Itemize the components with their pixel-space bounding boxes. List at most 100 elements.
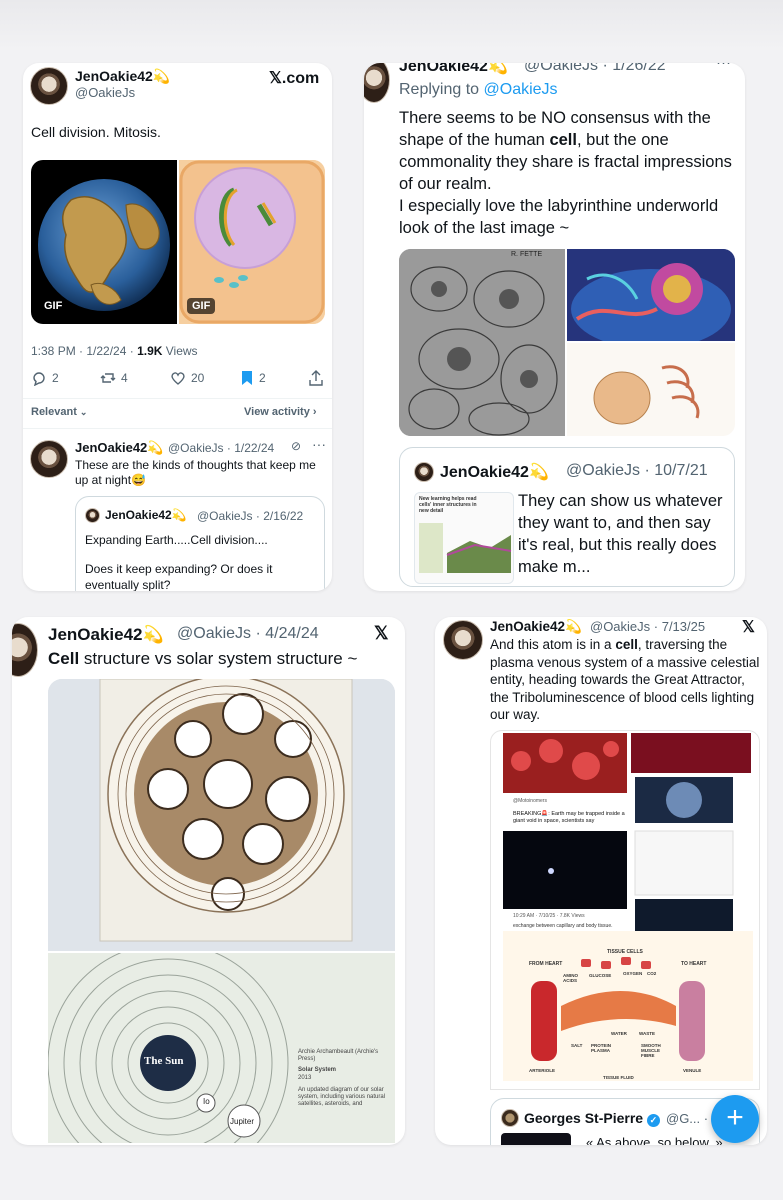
label-from-heart: FROM HEART <box>529 961 563 967</box>
quote-thumbnail: New learning helps read cells' inner str… <box>414 492 514 584</box>
gif-globe[interactable]: GIF <box>31 160 177 324</box>
author-name[interactable]: JenOakie42💫 <box>399 63 508 76</box>
label-amino-acids: AMINO ACIDS <box>563 973 578 983</box>
comet-emoji-icon: 💫 <box>152 68 171 84</box>
thumbnail-graph <box>419 523 512 573</box>
bookmark-button[interactable]: 2 <box>240 370 266 386</box>
caption-description: An updated diagram of our solar system, … <box>298 1087 386 1107</box>
media-solar-system-diagram[interactable]: The Sun Io Jupiter Archie Archambeault (… <box>48 953 395 1143</box>
diagram-title: exchange between capillary and body tiss… <box>513 923 613 929</box>
gif-badge: GIF <box>39 298 68 314</box>
verified-badge-icon: ✓ <box>646 1114 660 1127</box>
quote-meta: @OakieJs · 10/7/21 <box>566 462 708 479</box>
quoted-tweet[interactable]: JenOakie42💫 @OakieJs · 10/7/21 New learn… <box>399 447 735 587</box>
inner-handle: @Motoinomers <box>513 798 547 804</box>
quote-text: They can show us whatever they want to, … <box>518 492 723 576</box>
label-tissue-fluid: TISSUE FLUID <box>603 1075 634 1080</box>
caption-artist: Archie Archambeault (Archie's Press) <box>298 1049 379 1062</box>
x-logo-icon[interactable]: 𝕏 <box>742 617 755 637</box>
compose-plus-button[interactable]: + <box>711 1095 759 1143</box>
cell-3d-image <box>567 249 735 341</box>
chevron-right-icon: › <box>312 406 317 418</box>
comet-emoji-icon: 💫 <box>487 63 508 75</box>
quote-text-line2: Does it keep expanding? Or does it event… <box>85 562 273 591</box>
reply-icon <box>33 372 45 386</box>
caption-year: 2013 <box>298 1075 312 1081</box>
repost-icon <box>100 373 116 383</box>
reply-avatar[interactable] <box>30 440 68 478</box>
like-button[interactable]: 20 <box>170 370 204 386</box>
avatar[interactable] <box>12 623 38 677</box>
share-icon <box>309 370 323 386</box>
quoted-tweet[interactable]: JenOakie42💫 @OakieJs · 2/16/22 Expanding… <box>75 496 325 591</box>
heart-icon <box>171 372 185 385</box>
grok-icon[interactable]: ⊘ <box>291 439 301 453</box>
author-meta: @OakieJs · 7/13/25 <box>590 619 706 634</box>
image-label: R. FETTE <box>511 251 543 258</box>
comet-emoji-icon: 💫 <box>171 508 187 522</box>
reply-text: « As above, so below. » <box>586 1135 723 1145</box>
x-logo-icon[interactable]: 𝕏 <box>374 623 389 644</box>
author-meta: @OakieJs · 4/24/24 <box>177 625 319 642</box>
micrograph-image <box>399 249 565 436</box>
comet-emoji-icon: 💫 <box>142 625 164 644</box>
solar-system-image <box>48 953 395 1143</box>
author-name[interactable]: JenOakie42💫 <box>490 619 582 635</box>
media-root-cross-section[interactable] <box>48 679 395 951</box>
caption-title: Solar System <box>298 1067 337 1073</box>
reply-meta: @OakieJs · 1/22/24 <box>168 441 275 455</box>
x-brand-logo: 𝕏.com <box>269 70 320 87</box>
tweet-card-solar-system[interactable]: JenOakie42💫 @OakieJs · 4/24/24 𝕏 Cell st… <box>12 617 405 1145</box>
label-smooth-muscle: SMOOTH MUSCLE FIBRE <box>641 1043 661 1058</box>
share-button[interactable] <box>309 370 323 386</box>
tweet-card-cell-shape[interactable]: JenOakie42💫 @OakieJs · 1/26/22 ··· Reply… <box>364 63 745 591</box>
root-cells-image <box>48 679 395 951</box>
label-tissue-cells: TISSUE CELLS <box>607 949 643 955</box>
tweet-timestamp[interactable]: 1:38 PM · 1/22/24 · 1.9K Views <box>31 344 198 358</box>
quote-author-name: JenOakie42💫 <box>105 508 187 522</box>
media-cell-micrograph[interactable]: R. FETTE <box>399 249 565 436</box>
tweet-text: Cell structure vs solar system structure… <box>48 649 358 668</box>
io-label: Io <box>203 1097 210 1106</box>
reply-button[interactable]: 2 <box>31 370 59 386</box>
label-to-heart: TO HEART <box>681 961 707 967</box>
tweet-card-mitosis[interactable]: JenOakie42💫 @OakieJs 𝕏.com Cell division… <box>23 63 332 591</box>
quote-avatar <box>414 462 434 482</box>
gif-cell[interactable]: GIF <box>179 160 325 324</box>
tweet-card-atom[interactable]: JenOakie42💫 @OakieJs · 7/13/25 𝕏 And thi… <box>435 617 767 1145</box>
tweet-text: There seems to be NO consensus with the … <box>399 109 732 237</box>
label-arteriole: ARTERIOLE <box>529 1068 556 1073</box>
author-name[interactable]: JenOakie42💫 <box>48 625 164 645</box>
comet-emoji-icon: 💫 <box>528 464 549 481</box>
bookmark-icon <box>242 371 252 385</box>
inner-breaking-text: BREAKING🚨: Earth may be trapped inside a… <box>513 811 625 824</box>
jupiter-label: Jupiter <box>230 1117 255 1126</box>
gif-badge: GIF <box>187 298 216 314</box>
label-glucose: GLUCOSE <box>589 973 612 978</box>
repost-button[interactable]: 4 <box>100 370 128 386</box>
avatar[interactable] <box>443 620 483 660</box>
chevron-down-icon: ⌄ <box>79 407 88 417</box>
divider <box>23 428 332 429</box>
reply-thumbnail <box>501 1133 571 1145</box>
tweet-text: Cell division. Mitosis. <box>31 124 161 140</box>
quote-text-line1: Expanding Earth.....Cell division.... <box>85 533 268 547</box>
author-meta: @OakieJs · 1/26/22 <box>524 63 666 74</box>
more-options-icon[interactable]: ··· <box>716 63 731 71</box>
author-handle[interactable]: @OakieJs <box>75 85 135 100</box>
reply-author-name[interactable]: JenOakie42💫 <box>75 440 163 456</box>
media-blood-cell-collage[interactable]: @Motoinomers BREAKING🚨: Earth may be tra… <box>490 730 760 1090</box>
relevant-sort-dropdown[interactable]: Relevant ⌄ <box>31 406 87 418</box>
media-cell-3d[interactable] <box>567 249 735 341</box>
label-water: WATER <box>611 1031 627 1036</box>
sun-label: The Sun <box>144 1055 184 1067</box>
replying-to[interactable]: Replying to @OakieJs <box>399 81 558 99</box>
quote-avatar <box>85 508 100 523</box>
view-activity-link[interactable]: View activity › <box>244 406 317 418</box>
avatar[interactable] <box>364 63 390 103</box>
more-options-icon[interactable]: ··· <box>312 436 326 452</box>
media-cell-diagram[interactable] <box>567 343 735 436</box>
label-oxygen: OXYGEN <box>623 971 643 976</box>
author-name[interactable]: JenOakie42💫 <box>75 68 170 85</box>
avatar[interactable] <box>30 67 68 105</box>
